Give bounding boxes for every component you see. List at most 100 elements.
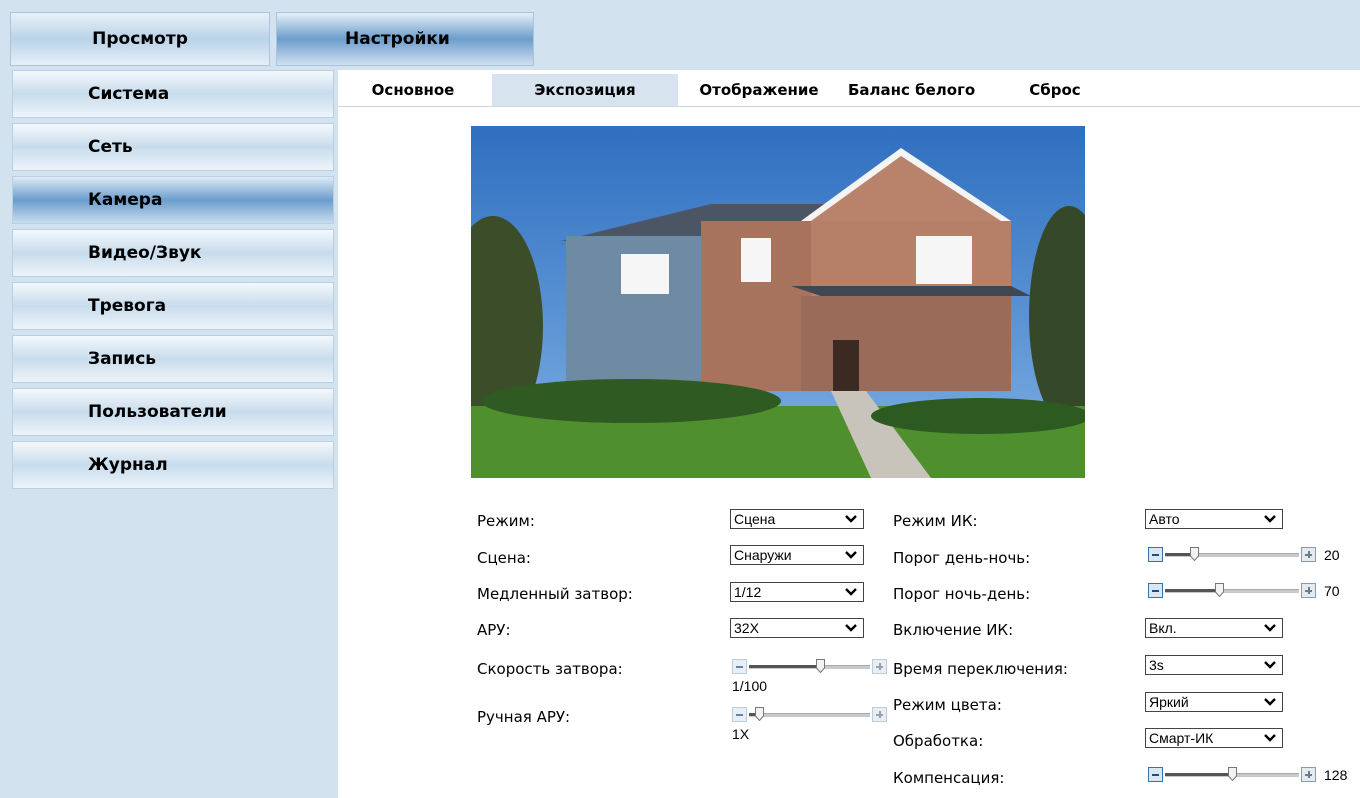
day-night-label: Порог день-ночь: xyxy=(893,549,1031,567)
slider-thumb[interactable] xyxy=(1190,547,1199,561)
sidebar: Система Сеть Камера Видео/Звук Тревога З… xyxy=(12,70,334,494)
slider-fill xyxy=(1165,589,1219,592)
day-night-slider[interactable] xyxy=(1148,547,1317,563)
minus-icon[interactable] xyxy=(1148,767,1163,782)
slider-thumb[interactable] xyxy=(754,707,764,721)
plus-icon[interactable] xyxy=(1301,547,1316,562)
manual-agc-slider[interactable] xyxy=(732,707,887,723)
agc-value: 32X xyxy=(734,620,759,636)
processing-value: Смарт-ИК xyxy=(1149,730,1214,746)
subtab-bar: Основное Экспозиция Отображение Баланс б… xyxy=(338,74,1360,107)
sidebar-item-alarm[interactable]: Тревога xyxy=(12,282,334,330)
night-day-value: 70 xyxy=(1324,583,1340,599)
tab-reset[interactable]: Сброс xyxy=(1014,74,1096,106)
switch-time-select[interactable]: 3s xyxy=(1145,655,1283,675)
sidebar-item-camera[interactable]: Камера xyxy=(12,176,334,224)
slider-fill xyxy=(1165,773,1232,776)
tab-white-balance[interactable]: Баланс белого xyxy=(848,74,998,106)
sidebar-item-users[interactable]: Пользователи xyxy=(12,388,334,436)
main-content: Основное Экспозиция Отображение Баланс б… xyxy=(338,70,1360,798)
tab-white-balance-label: Баланс белого xyxy=(848,81,976,99)
sidebar-item-network[interactable]: Сеть xyxy=(12,123,334,171)
tab-exposure[interactable]: Экспозиция xyxy=(492,74,678,106)
minus-icon[interactable] xyxy=(1148,583,1163,598)
window-3 xyxy=(916,236,972,284)
compensation-label: Компенсация: xyxy=(893,769,1005,787)
sidebar-item-label: Сеть xyxy=(88,137,133,157)
tab-display[interactable]: Отображение xyxy=(680,74,838,106)
slow-shutter-select[interactable]: 1/12 xyxy=(730,582,864,602)
tab-view[interactable]: Просмотр xyxy=(10,12,270,66)
porch-roof xyxy=(791,286,1031,296)
color-mode-label: Режим цвета: xyxy=(893,696,1002,714)
slow-shutter-label: Медленный затвор: xyxy=(477,585,633,603)
ir-on-select[interactable]: Вкл. xyxy=(1145,618,1283,638)
ir-on-label: Включение ИК: xyxy=(893,621,1014,639)
manual-agc-value: 1X xyxy=(732,726,750,742)
sidebar-item-label: Пользователи xyxy=(88,402,227,422)
tab-basic-label: Основное xyxy=(371,81,455,99)
tab-view-label: Просмотр xyxy=(92,29,188,49)
sidebar-item-system[interactable]: Система xyxy=(12,70,334,118)
plus-icon[interactable] xyxy=(1301,583,1316,598)
minus-icon[interactable] xyxy=(732,659,747,674)
shutter-speed-slider[interactable] xyxy=(732,659,887,675)
scene-label: Сцена: xyxy=(477,549,531,567)
minus-icon[interactable] xyxy=(732,707,747,722)
sidebar-item-video-audio[interactable]: Видео/Звук xyxy=(12,229,334,277)
slider-thumb[interactable] xyxy=(816,659,826,673)
agc-label: АРУ: xyxy=(477,621,511,639)
processing-label: Обработка: xyxy=(893,732,984,750)
tab-settings-label: Настройки xyxy=(345,29,450,49)
sidebar-item-label: Запись xyxy=(88,349,157,369)
sidebar-item-label: Журнал xyxy=(88,455,168,475)
day-night-value: 20 xyxy=(1324,547,1340,563)
shrubs-left xyxy=(481,379,781,423)
window-1 xyxy=(621,254,669,294)
sidebar-item-label: Система xyxy=(88,84,170,104)
scene-select[interactable]: Снаружи xyxy=(730,545,864,565)
chevron-down-icon xyxy=(1264,661,1276,669)
chevron-down-icon xyxy=(845,624,857,632)
sidebar-item-record[interactable]: Запись xyxy=(12,335,334,383)
tab-settings[interactable]: Настройки xyxy=(276,12,534,66)
color-mode-value: Яркий xyxy=(1149,694,1189,710)
plus-icon[interactable] xyxy=(872,659,887,674)
slow-shutter-value: 1/12 xyxy=(734,584,762,600)
tab-basic[interactable]: Основное xyxy=(338,74,488,106)
processing-select[interactable]: Смарт-ИК xyxy=(1145,728,1283,748)
shutter-speed-label: Скорость затвора: xyxy=(477,660,623,678)
ir-mode-select[interactable]: Авто xyxy=(1145,509,1283,529)
compensation-value: 128 xyxy=(1324,767,1348,783)
minus-icon[interactable] xyxy=(1148,547,1163,562)
chevron-down-icon xyxy=(1264,698,1276,706)
window-2 xyxy=(741,238,771,282)
camera-preview-image xyxy=(471,126,1085,478)
chevron-down-icon xyxy=(1264,734,1276,742)
switch-time-value: 3s xyxy=(1149,657,1164,673)
sidebar-item-label: Камера xyxy=(88,190,163,210)
plus-icon[interactable] xyxy=(872,707,887,722)
sidebar-item-label: Тревога xyxy=(88,296,167,316)
chevron-down-icon xyxy=(1264,624,1276,632)
night-day-label: Порог ночь-день: xyxy=(893,585,1031,603)
sidebar-item-log[interactable]: Журнал xyxy=(12,441,334,489)
shutter-speed-value: 1/100 xyxy=(732,678,768,694)
night-day-slider[interactable] xyxy=(1148,583,1317,599)
slider-thumb[interactable] xyxy=(1215,583,1224,597)
mode-select[interactable]: Сцена xyxy=(730,509,864,529)
color-mode-select[interactable]: Яркий xyxy=(1145,692,1283,712)
shrubs-right xyxy=(871,398,1085,434)
mode-label: Режим: xyxy=(477,512,535,530)
slider-fill xyxy=(749,665,821,668)
mode-value: Сцена xyxy=(734,511,776,527)
compensation-slider[interactable] xyxy=(1148,767,1317,783)
slider-thumb[interactable] xyxy=(1227,767,1237,781)
agc-select[interactable]: 32X xyxy=(730,618,864,638)
porch xyxy=(801,296,1011,391)
ir-mode-value: Авто xyxy=(1149,511,1180,527)
sidebar-item-label: Видео/Звук xyxy=(88,243,202,263)
ir-on-value: Вкл. xyxy=(1149,620,1177,636)
chevron-down-icon xyxy=(845,515,857,523)
plus-icon[interactable] xyxy=(1301,767,1316,782)
